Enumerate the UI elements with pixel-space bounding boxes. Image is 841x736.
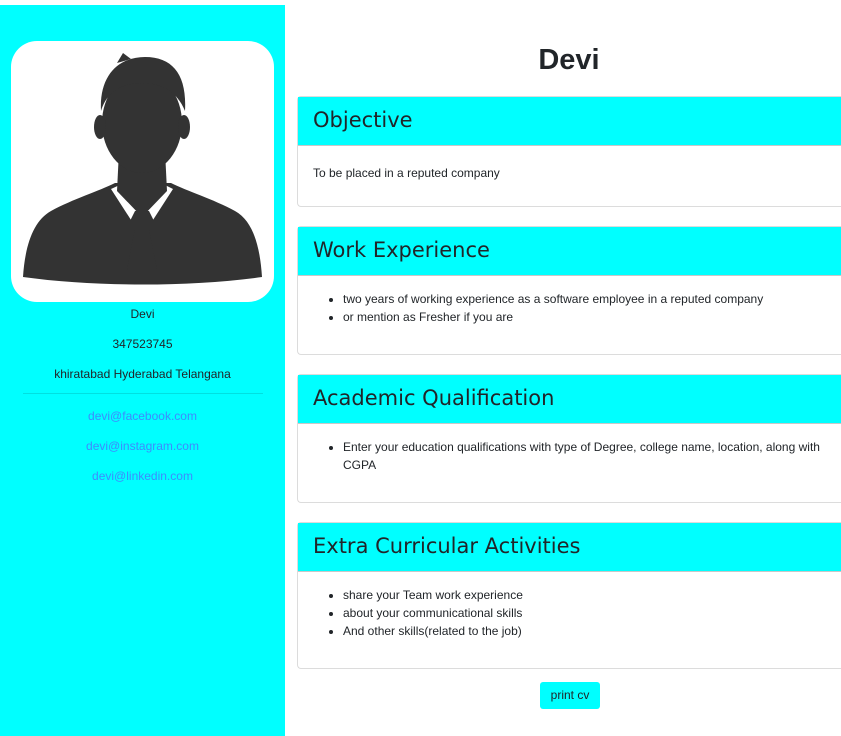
sidebar-phone: 347523745 <box>112 337 173 351</box>
person-silhouette-icon <box>23 53 262 285</box>
extra-curricular-card: Extra Curricular Activities share your T… <box>297 522 841 669</box>
page-title: Devi <box>538 44 600 76</box>
work-experience-body: two years of working experience as a sof… <box>298 276 841 326</box>
extra-curricular-body: share your Team work experience about yo… <box>298 572 841 640</box>
avatar <box>11 41 274 302</box>
list-item: share your Team work experience <box>343 586 827 604</box>
list-item: And other skills(related to the job) <box>343 622 827 640</box>
sidebar-name: Devi <box>130 307 155 321</box>
academic-qualification-heading: Academic Qualification <box>298 375 841 424</box>
print-cv-button[interactable]: print cv <box>540 682 600 709</box>
objective-heading: Objective <box>298 97 841 146</box>
linkedin-link[interactable]: devi@linkedin.com <box>0 468 285 484</box>
instagram-link[interactable]: devi@instagram.com <box>0 438 285 454</box>
list-item: two years of working experience as a sof… <box>343 290 827 308</box>
sidebar: Devi 347523745 khiratabad Hyderabad Tela… <box>0 5 285 736</box>
sidebar-divider <box>23 393 263 394</box>
list-item: Enter your education qualifications with… <box>343 438 827 474</box>
work-experience-card: Work Experience two years of working exp… <box>297 226 841 355</box>
objective-card: Objective To be placed in a reputed comp… <box>297 96 841 207</box>
sidebar-address: khiratabad Hyderabad Telangana <box>54 367 231 381</box>
list-item: about your communicational skills <box>343 604 827 622</box>
objective-text: To be placed in a reputed company <box>313 166 500 180</box>
list-item: or mention as Fresher if you are <box>343 308 827 326</box>
resume-page: Devi 347523745 khiratabad Hyderabad Tela… <box>0 0 841 736</box>
objective-body: To be placed in a reputed company <box>298 146 841 182</box>
academic-qualification-card: Academic Qualification Enter your educat… <box>297 374 841 503</box>
extra-curricular-heading: Extra Curricular Activities <box>298 523 841 572</box>
academic-qualification-body: Enter your education qualifications with… <box>298 424 841 474</box>
work-experience-heading: Work Experience <box>298 227 841 276</box>
facebook-link[interactable]: devi@facebook.com <box>0 408 285 424</box>
